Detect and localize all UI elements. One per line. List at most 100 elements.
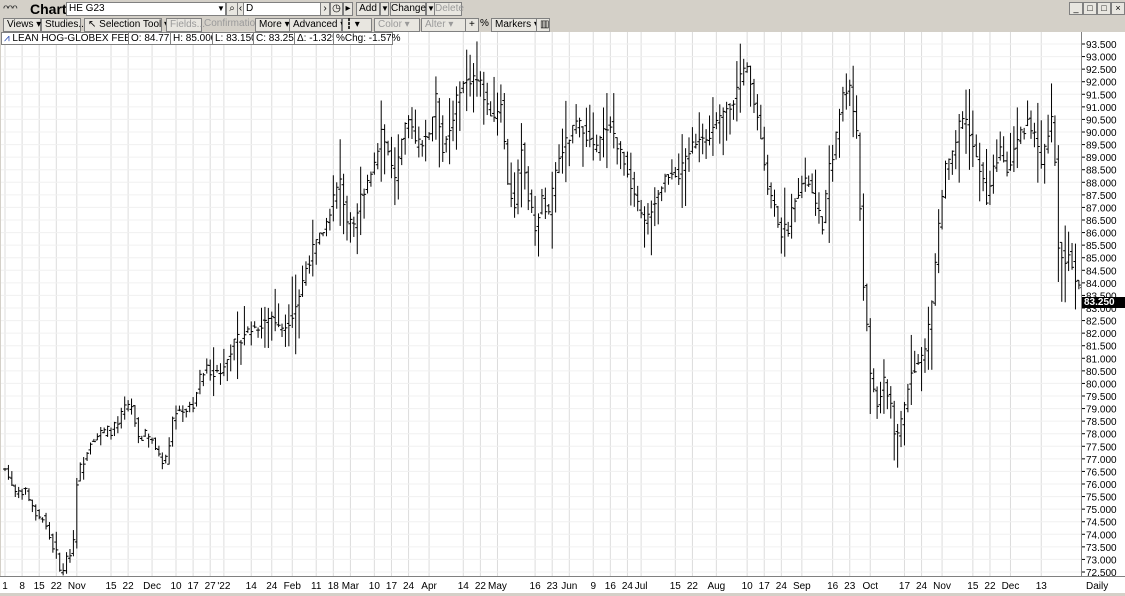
ohlc-bar (102, 427, 107, 434)
ohlc-bar (762, 126, 767, 171)
low-value: L: 83.150 (212, 32, 257, 45)
ohlc-bar (468, 54, 473, 97)
ohlc-bar (502, 93, 507, 150)
y-tick-label: 73.000 (1086, 555, 1117, 566)
ohlc-bar (987, 170, 992, 205)
y-tick-label: 77.500 (1086, 442, 1117, 453)
ohlc-bar (345, 195, 349, 241)
ohlc-bar (286, 304, 291, 347)
ohlc-bar (813, 169, 818, 216)
y-tick-label: 86.500 (1086, 216, 1117, 227)
y-tick-label: 80.000 (1086, 379, 1117, 390)
restore-icon[interactable]: □ (1083, 2, 1097, 15)
y-tick-label: 89.000 (1086, 153, 1117, 164)
ohlc-bar (1049, 83, 1054, 143)
play-icon[interactable]: ▸ (343, 2, 353, 16)
x-tick-label: 22 (984, 581, 996, 592)
delete-button[interactable]: Delete (434, 2, 464, 16)
y-tick-label: 91.000 (1086, 103, 1117, 114)
ohlc-bar (47, 522, 52, 540)
ohlc-bar (485, 82, 490, 116)
fields-button[interactable]: Fields... (166, 18, 205, 32)
ohlc-bar (751, 78, 756, 114)
ohlc-bar (1018, 126, 1023, 144)
ohlc-bar (245, 326, 250, 333)
ohlc-bar (372, 152, 377, 175)
ohlc-bar (105, 425, 110, 437)
selection-tool-button[interactable]: ↖ Selection Tool ▾ (84, 18, 169, 32)
add-button[interactable]: Add (356, 2, 380, 16)
x-tick-label: 22 (123, 581, 135, 592)
ohlc-bar (464, 49, 469, 112)
ohlc-bar (748, 65, 753, 107)
more-button[interactable]: More ▾ (255, 18, 291, 32)
x-tick-label: Nov (68, 581, 86, 592)
ohlc-bar (314, 239, 319, 265)
x-tick-label: Dec (143, 581, 161, 592)
ohlc-bar (146, 433, 151, 448)
ohlc-bar (505, 138, 510, 185)
y-tick-label: 84.500 (1086, 266, 1117, 277)
bar-style-button[interactable]: ┇ ▾ (342, 18, 372, 32)
ohlc-bar (64, 552, 69, 574)
ohlc-bar (81, 457, 86, 480)
x-tick-label: 22 (51, 581, 63, 592)
ohlc-bar (765, 154, 770, 195)
advanced-button[interactable]: Advanced ▾ (289, 18, 345, 32)
y-tick-label: 72.500 (1086, 568, 1117, 576)
clock-icon[interactable]: ◷ (330, 2, 343, 16)
ohlc-bar (1008, 132, 1013, 171)
symbol-dropdown-icon[interactable]: ▼ (217, 3, 225, 15)
title-bar: ᴖᴖᴖ Chart HE G23 ▼ ⌕ ‹ D › ◷ ▸ Add ▼ Cha… (0, 0, 1125, 18)
x-tick-label: 17 (759, 581, 771, 592)
crosshair-icon[interactable]: + (465, 18, 479, 32)
add-dropdown-icon[interactable]: ▼ (380, 2, 389, 16)
chart-plot-area[interactable] (1, 32, 1081, 576)
ohlc-bar (297, 289, 302, 339)
symbol-input[interactable]: HE G23 (66, 2, 226, 16)
y-tick-label: 87.500 (1086, 191, 1117, 202)
change-button[interactable]: Change (390, 2, 426, 16)
views-button[interactable]: Views ▾ (3, 18, 41, 32)
ohlc-bar (724, 101, 729, 141)
ohlc-bar (567, 139, 572, 167)
minimize-icon[interactable]: _ (1069, 2, 1083, 15)
ohlc-bar (6, 464, 11, 480)
ohlc-bar (690, 127, 695, 154)
ohlc-bar (608, 116, 613, 133)
y-tick-label: 90.500 (1086, 115, 1117, 126)
ohlc-bar (88, 442, 93, 455)
ohlc-bar (208, 359, 213, 381)
ohlc-bar (666, 174, 671, 185)
markers-button[interactable]: Markers ▾ (491, 18, 539, 32)
change-value: Δ: -1.325 (294, 32, 338, 45)
series-name-label: LEAN HOG-GLOBEX FEB 23 (12, 33, 145, 44)
x-tick-label: Jun (561, 581, 577, 592)
percent-toggle[interactable]: % (480, 18, 489, 30)
x-tick-label: 17 (188, 581, 200, 592)
ohlc-bar (30, 499, 35, 513)
maximize-icon[interactable]: □ (1097, 2, 1111, 15)
ohlc-bar (642, 206, 647, 248)
color-button[interactable]: Color ▾ (374, 18, 420, 32)
ohlc-bar (50, 533, 55, 553)
ohlc-bar (861, 193, 866, 301)
ohlc-bar (242, 306, 247, 346)
ohlc-bar (509, 162, 514, 208)
studies-button[interactable]: Studies... (41, 18, 87, 32)
alter-button[interactable]: Alter ▾ (421, 18, 467, 32)
chevron-right-icon[interactable]: › (320, 2, 330, 16)
time-axis[interactable]: 1 8 15 22 Nov 15 22 Dec 10 17 27'22 14 24 Feb 11 18 Mar 1… (0, 576, 1125, 593)
x-tick-label: 17 (899, 581, 911, 592)
ohlc-bar (710, 97, 715, 156)
ohlc-bar (587, 104, 592, 148)
ohlc-bar (868, 318, 873, 414)
interval-input[interactable]: D (243, 2, 321, 16)
y-tick-label: 93.500 (1086, 40, 1117, 51)
y-tick-label: 88.000 (1086, 178, 1117, 189)
ohlc-bar (1042, 143, 1047, 184)
x-tick-label: Aug (707, 581, 725, 592)
close-icon[interactable]: × (1111, 2, 1125, 15)
x-tick-label: 16 (827, 581, 839, 592)
trash-icon[interactable]: ▥ (536, 18, 550, 32)
